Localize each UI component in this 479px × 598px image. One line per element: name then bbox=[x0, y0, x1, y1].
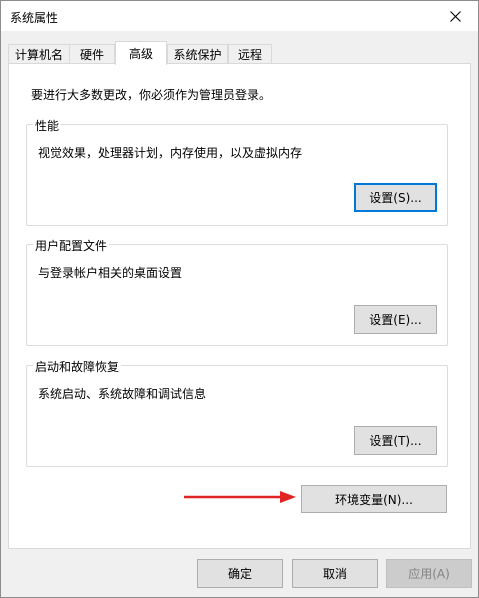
red-arrow-annotation bbox=[184, 491, 296, 503]
startup-recovery-group: 启动和故障恢复 系统启动、系统故障和调试信息 设置(T)... bbox=[26, 358, 448, 467]
startup-recovery-title: 启动和故障恢复 bbox=[33, 358, 122, 375]
tab-computer-name[interactable]: 计算机名 bbox=[8, 44, 70, 64]
apply-button[interactable]: 应用(A) bbox=[386, 559, 472, 588]
performance-settings-button[interactable]: 设置(S)... bbox=[354, 183, 437, 212]
window-title: 系统属性 bbox=[10, 11, 59, 25]
environment-variables-button[interactable]: 环境变量(N)... bbox=[301, 485, 447, 513]
tab-hardware[interactable]: 硬件 bbox=[69, 44, 115, 64]
user-profiles-description: 与登录帐户相关的桌面设置 bbox=[38, 266, 183, 280]
user-profiles-group: 用户配置文件 与登录帐户相关的桌面设置 设置(E)... bbox=[26, 237, 448, 346]
cancel-button[interactable]: 取消 bbox=[292, 559, 378, 588]
title-bar: 系统属性 bbox=[1, 1, 478, 31]
close-icon bbox=[449, 10, 461, 22]
performance-description: 视觉效果，处理器计划，内存使用，以及虚拟内存 bbox=[38, 146, 303, 160]
performance-title: 性能 bbox=[33, 117, 62, 134]
startup-recovery-settings-button[interactable]: 设置(T)... bbox=[354, 426, 437, 455]
startup-recovery-description: 系统启动、系统故障和调试信息 bbox=[38, 387, 207, 401]
system-properties-dialog: 系统属性 计算机名 硬件 高级 系统保护 远程 要进行大多数更改，你必须作为管理… bbox=[0, 0, 479, 598]
user-profiles-title: 用户配置文件 bbox=[33, 237, 110, 254]
ok-button[interactable]: 确定 bbox=[197, 559, 283, 588]
advanced-tab-panel: 要进行大多数更改，你必须作为管理员登录。 性能 视觉效果，处理器计划，内存使用，… bbox=[8, 63, 471, 549]
performance-group: 性能 视觉效果，处理器计划，内存使用，以及虚拟内存 设置(S)... bbox=[26, 117, 448, 226]
tab-remote[interactable]: 远程 bbox=[228, 44, 272, 64]
tab-advanced[interactable]: 高级 bbox=[115, 41, 167, 65]
tab-system-protection[interactable]: 系统保护 bbox=[167, 44, 228, 64]
user-profiles-settings-button[interactable]: 设置(E)... bbox=[354, 305, 437, 334]
close-button[interactable] bbox=[432, 1, 478, 31]
admin-notice: 要进行大多数更改，你必须作为管理员登录。 bbox=[31, 88, 272, 102]
